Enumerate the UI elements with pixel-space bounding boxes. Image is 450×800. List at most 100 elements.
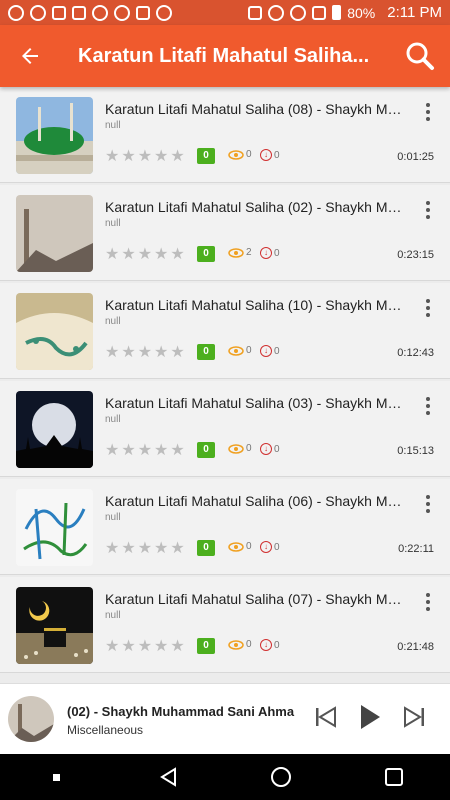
star-icon[interactable]: ★	[154, 345, 168, 361]
rating-stars[interactable]: ★ ★ ★ ★ ★	[105, 443, 185, 459]
pinterest-icon	[92, 4, 108, 21]
star-icon[interactable]: ★	[121, 149, 135, 165]
downloads-count: ↓ 0	[260, 443, 280, 455]
skip-previous-icon	[316, 706, 336, 728]
more-options-button[interactable]	[420, 395, 436, 417]
item-thumbnail	[16, 489, 93, 566]
arrow-back-icon	[22, 48, 38, 64]
list-item[interactable]: Karatun Litafi Mahatul Saliha (08) - Sha…	[0, 87, 450, 183]
star-icon[interactable]: ★	[105, 541, 119, 557]
star-icon[interactable]: ★	[170, 443, 184, 459]
recents-button[interactable]	[374, 757, 414, 797]
player-subtitle: Miscellaneous	[67, 723, 144, 737]
more-options-button[interactable]	[420, 101, 436, 123]
eye-icon	[228, 541, 244, 552]
views-count: 2	[228, 247, 252, 258]
star-icon[interactable]: ★	[138, 639, 152, 655]
bluetooth-icon	[268, 4, 285, 21]
star-icon[interactable]: ★	[105, 639, 119, 655]
notification-icon	[8, 4, 24, 21]
star-icon[interactable]: ★	[105, 443, 119, 459]
star-icon[interactable]: ★	[105, 345, 119, 361]
rating-stars[interactable]: ★ ★ ★ ★ ★	[105, 345, 185, 361]
back-nav-button[interactable]	[149, 757, 189, 797]
play-button[interactable]	[357, 704, 383, 730]
star-icon[interactable]: ★	[138, 247, 152, 263]
eye-icon	[228, 345, 244, 356]
comment-count-badge: 0	[197, 442, 215, 458]
signal-icon	[312, 5, 327, 20]
star-icon[interactable]: ★	[121, 443, 135, 459]
list-item[interactable]: Karatun Litafi Mahatul Saliha (02) - Sha…	[0, 185, 450, 281]
star-icon[interactable]: ★	[138, 443, 152, 459]
star-icon[interactable]: ★	[121, 247, 135, 263]
star-icon[interactable]: ★	[154, 247, 168, 263]
download-icon: ↓	[260, 443, 272, 455]
star-icon[interactable]: ★	[170, 541, 184, 557]
nfc-icon	[248, 5, 263, 20]
star-icon[interactable]: ★	[138, 149, 152, 165]
play-icon	[361, 705, 380, 729]
skip-next-icon	[404, 706, 424, 728]
home-button[interactable]	[261, 757, 301, 797]
page-title: Karatun Litafi Mahatul Saliha...	[78, 44, 370, 67]
star-icon[interactable]: ★	[154, 443, 168, 459]
audio-list[interactable]: Karatun Litafi Mahatul Saliha (08) - Sha…	[0, 87, 450, 683]
search-icon	[406, 42, 434, 70]
more-options-button[interactable]	[420, 297, 436, 319]
rating-stars[interactable]: ★ ★ ★ ★ ★	[105, 149, 185, 165]
download-icon: ↓	[260, 149, 272, 161]
mute-icon	[290, 4, 307, 21]
star-icon[interactable]: ★	[105, 247, 119, 263]
list-item[interactable]: Karatun Litafi Mahatul Saliha (10) - Sha…	[0, 283, 450, 379]
next-button[interactable]	[401, 704, 427, 730]
status-bar: 80% 2:11 PM	[0, 0, 450, 25]
more-options-button[interactable]	[420, 493, 436, 515]
rating-stars[interactable]: ★ ★ ★ ★ ★	[105, 247, 185, 263]
dot-icon	[52, 773, 60, 781]
star-icon[interactable]: ★	[170, 247, 184, 263]
star-icon[interactable]: ★	[138, 345, 152, 361]
phone-icon	[156, 4, 172, 21]
star-icon[interactable]: ★	[170, 345, 184, 361]
views-count: 0	[228, 149, 252, 160]
back-button[interactable]	[0, 25, 60, 87]
search-button[interactable]	[390, 25, 450, 87]
item-title: Karatun Litafi Mahatul Saliha (06) - Sha…	[105, 493, 402, 509]
comment-count-badge: 0	[197, 246, 215, 262]
star-icon[interactable]: ★	[121, 345, 135, 361]
list-item[interactable]: Karatun Litafi Mahatul Saliha (06) - Sha…	[0, 479, 450, 575]
downloads-count: ↓ 0	[260, 541, 280, 553]
previous-button[interactable]	[313, 704, 339, 730]
views-count: 0	[228, 345, 252, 356]
app-icon	[136, 5, 150, 20]
star-icon[interactable]: ★	[154, 541, 168, 557]
star-icon[interactable]: ★	[138, 541, 152, 557]
star-icon[interactable]: ★	[121, 639, 135, 655]
menu-button[interactable]	[36, 757, 76, 797]
star-icon[interactable]: ★	[154, 639, 168, 655]
more-options-button[interactable]	[420, 199, 436, 221]
comment-count-badge: 0	[197, 540, 215, 556]
mini-player[interactable]: (02) - Shaykh Muhammad Sani Ahma Miscell…	[0, 683, 450, 754]
item-title: Karatun Litafi Mahatul Saliha (08) - Sha…	[105, 101, 402, 117]
more-options-button[interactable]	[420, 591, 436, 613]
list-item[interactable]: Karatun Litafi Mahatul Saliha (07) - Sha…	[0, 577, 450, 673]
star-icon[interactable]: ★	[170, 639, 184, 655]
star-icon[interactable]: ★	[170, 149, 184, 165]
slack-icon	[52, 5, 66, 20]
comment-count-badge: 0	[197, 638, 215, 654]
item-subtitle: null	[105, 512, 121, 523]
clock: 2:11 PM	[387, 4, 442, 21]
rating-stars[interactable]: ★ ★ ★ ★ ★	[105, 639, 185, 655]
item-title: Karatun Litafi Mahatul Saliha (10) - Sha…	[105, 297, 402, 313]
star-icon[interactable]: ★	[105, 149, 119, 165]
list-item[interactable]: Karatun Litafi Mahatul Saliha (03) - Sha…	[0, 381, 450, 477]
downloads-count: ↓ 0	[260, 345, 280, 357]
item-thumbnail	[16, 391, 93, 468]
star-icon[interactable]: ★	[154, 149, 168, 165]
triangle-back-icon	[159, 767, 176, 787]
eye-icon	[228, 639, 244, 650]
rating-stars[interactable]: ★ ★ ★ ★ ★	[105, 541, 185, 557]
star-icon[interactable]: ★	[121, 541, 135, 557]
